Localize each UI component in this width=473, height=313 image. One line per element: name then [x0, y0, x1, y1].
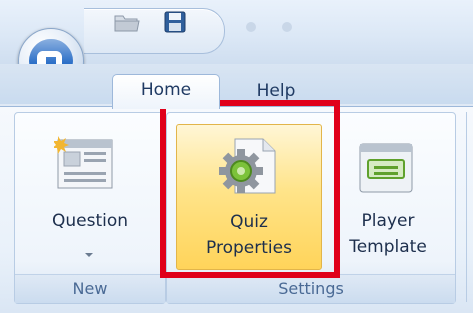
group-label-new: New	[15, 274, 165, 303]
quick-access-toolbar	[84, 8, 225, 54]
qat-extra-icon[interactable]	[246, 22, 256, 32]
group-divider	[466, 112, 467, 302]
qat-extra-icon[interactable]	[282, 22, 292, 32]
player-template-label-line1: Player	[361, 211, 415, 231]
question-button-label: Question	[51, 211, 129, 231]
tab-home[interactable]: Home	[112, 74, 220, 109]
group-label-settings: Settings	[167, 274, 455, 303]
chevron-down-icon[interactable]	[83, 244, 95, 264]
open-folder-icon[interactable]	[112, 10, 142, 34]
question-button[interactable]: Question	[20, 120, 160, 268]
player-template-button[interactable]: Player Template	[328, 124, 448, 268]
player-template-label-line2: Template	[349, 237, 427, 257]
player-template-icon	[356, 140, 416, 201]
highlight-annotation-box	[160, 100, 340, 278]
question-page-icon	[52, 136, 116, 197]
save-disk-icon[interactable]	[162, 10, 192, 34]
